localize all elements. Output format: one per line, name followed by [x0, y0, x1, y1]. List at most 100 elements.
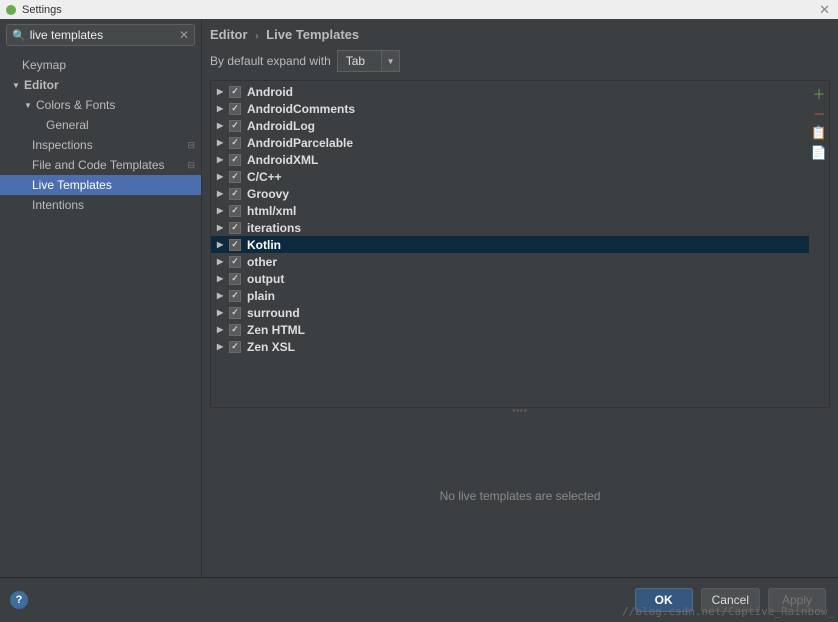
expand-arrow-icon[interactable]: ▶ [217, 206, 227, 215]
template-group[interactable]: ▶✓ iterations [211, 219, 809, 236]
help-icon[interactable]: ? [10, 591, 28, 609]
expand-arrow-icon[interactable]: ▶ [217, 189, 227, 198]
template-group[interactable]: ▶✓ AndroidLog [211, 117, 809, 134]
sidebar-item[interactable]: Live Templates [0, 175, 201, 195]
expand-arrow-icon[interactable]: ▶ [217, 325, 227, 334]
template-group[interactable]: ▶✓ AndroidParcelable [211, 134, 809, 151]
tree-arrow-icon: ▼ [12, 81, 24, 90]
close-icon[interactable]: ✕ [819, 2, 830, 18]
template-checkbox[interactable]: ✓ [229, 307, 241, 319]
template-group[interactable]: ▶✓Groovy [211, 185, 809, 202]
breadcrumb-separator: › [255, 31, 258, 42]
template-group[interactable]: ▶✓ output [211, 270, 809, 287]
template-checkbox[interactable]: ✓ [229, 188, 241, 200]
template-checkbox[interactable]: ✓ [229, 86, 241, 98]
template-group[interactable]: ▶✓surround [211, 304, 809, 321]
splitter-grip[interactable]: ▪▪▪▪ [202, 406, 838, 414]
sidebar-item[interactable]: Intentions [0, 195, 201, 215]
template-group[interactable]: ▶✓ C/C++ [211, 168, 809, 185]
search-wrap: 🔍 live templates ✕ [0, 19, 201, 51]
template-checkbox[interactable]: ✓ [229, 324, 241, 336]
expand-arrow-icon[interactable]: ▶ [217, 342, 227, 351]
expand-row: By default expand with Tab ▼ [202, 48, 838, 80]
template-checkbox[interactable]: ✓ [229, 239, 241, 251]
template-checkbox[interactable]: ✓ [229, 154, 241, 166]
search-input[interactable]: 🔍 live templates ✕ [6, 24, 195, 46]
templates-list[interactable]: ▶✓Android▶✓AndroidComments▶✓AndroidLog▶✓… [211, 81, 809, 407]
expand-arrow-icon[interactable]: ▶ [217, 291, 227, 300]
duplicate-icon[interactable]: 📄 [811, 145, 827, 161]
template-checkbox[interactable]: ✓ [229, 341, 241, 353]
template-checkbox[interactable]: ✓ [229, 137, 241, 149]
template-group[interactable]: ▶✓Kotlin [211, 236, 809, 253]
template-group-label: iterations [247, 221, 301, 235]
sidebar-item[interactable]: Inspections ⊟ [0, 135, 201, 155]
template-group-label: AndroidXML [247, 153, 318, 167]
expand-arrow-icon[interactable]: ▶ [217, 138, 227, 147]
expand-arrow-icon[interactable]: ▶ [217, 257, 227, 266]
expand-arrow-icon[interactable]: ▶ [217, 240, 227, 249]
template-checkbox[interactable]: ✓ [229, 290, 241, 302]
template-group-label: AndroidParcelable [247, 136, 353, 150]
template-group-label: C/C++ [247, 170, 282, 184]
template-group[interactable]: ▶✓ plain [211, 287, 809, 304]
settings-sidebar: 🔍 live templates ✕ Keymap▼Editor▼Colors … [0, 19, 202, 577]
template-group-label: output [247, 272, 284, 286]
search-icon: 🔍 [12, 29, 26, 42]
sidebar-item-label: General [46, 118, 89, 132]
expand-combo[interactable]: Tab ▼ [337, 50, 400, 72]
template-checkbox[interactable]: ✓ [229, 120, 241, 132]
template-checkbox[interactable]: ✓ [229, 222, 241, 234]
templates-toolbar: ＋ － 📋 📄 [809, 81, 829, 407]
expand-arrow-icon[interactable]: ▶ [217, 155, 227, 164]
project-badge-icon: ⊟ [187, 140, 195, 151]
template-checkbox[interactable]: ✓ [229, 103, 241, 115]
expand-arrow-icon[interactable]: ▶ [217, 172, 227, 181]
template-group-label: AndroidLog [247, 119, 315, 133]
expand-arrow-icon[interactable]: ▶ [217, 121, 227, 130]
template-group[interactable]: ▶✓Zen XSL [211, 338, 809, 355]
chevron-down-icon: ▼ [381, 51, 399, 71]
expand-arrow-icon[interactable]: ▶ [217, 87, 227, 96]
sidebar-item[interactable]: Keymap [0, 55, 201, 75]
expand-arrow-icon[interactable]: ▶ [217, 223, 227, 232]
template-group-label: Android [247, 85, 293, 99]
template-checkbox[interactable]: ✓ [229, 171, 241, 183]
template-group-label: plain [247, 289, 275, 303]
expand-arrow-icon[interactable]: ▶ [217, 274, 227, 283]
add-icon[interactable]: ＋ [811, 85, 827, 101]
sidebar-item[interactable]: ▼Editor [0, 75, 201, 95]
expand-arrow-icon[interactable]: ▶ [217, 308, 227, 317]
template-group[interactable]: ▶✓ Zen HTML [211, 321, 809, 338]
sidebar-item[interactable]: File and Code Templates⊟ [0, 155, 201, 175]
remove-icon[interactable]: － [811, 105, 827, 121]
empty-text: No live templates are selected [440, 489, 601, 503]
breadcrumb: Editor › Live Templates [202, 19, 838, 48]
template-group[interactable]: ▶✓other [211, 253, 809, 270]
sidebar-item[interactable]: General [0, 115, 201, 135]
search-text: live templates [30, 28, 179, 42]
clear-search-icon[interactable]: ✕ [179, 28, 189, 42]
sidebar-item-label: Live Templates [32, 178, 112, 192]
templates-area: ▶✓Android▶✓AndroidComments▶✓AndroidLog▶✓… [210, 80, 830, 408]
breadcrumb-leaf: Live Templates [266, 27, 359, 42]
detail-panel: No live templates are selected [210, 414, 830, 577]
template-group[interactable]: ▶✓ Android [211, 83, 809, 100]
template-group-label: Zen HTML [247, 323, 305, 337]
template-group-label: AndroidComments [247, 102, 355, 116]
template-checkbox[interactable]: ✓ [229, 256, 241, 268]
expand-label: By default expand with [210, 54, 331, 68]
sidebar-item[interactable]: ▼Colors & Fonts [0, 95, 201, 115]
expand-arrow-icon[interactable]: ▶ [217, 104, 227, 113]
template-checkbox[interactable]: ✓ [229, 273, 241, 285]
sidebar-item-label: Inspections [32, 138, 93, 152]
copy-icon[interactable]: 📋 [811, 125, 827, 141]
project-badge-icon: ⊟ [187, 160, 195, 171]
template-group[interactable]: ▶✓ html/xml [211, 202, 809, 219]
breadcrumb-root: Editor [210, 27, 248, 42]
template-group[interactable]: ▶✓ AndroidComments [211, 100, 809, 117]
template-checkbox[interactable]: ✓ [229, 205, 241, 217]
template-group-label: html/xml [247, 204, 296, 218]
template-group[interactable]: ▶✓ AndroidXML [211, 151, 809, 168]
settings-tree: Keymap▼Editor▼Colors & Fonts General Inspe… [0, 51, 201, 577]
